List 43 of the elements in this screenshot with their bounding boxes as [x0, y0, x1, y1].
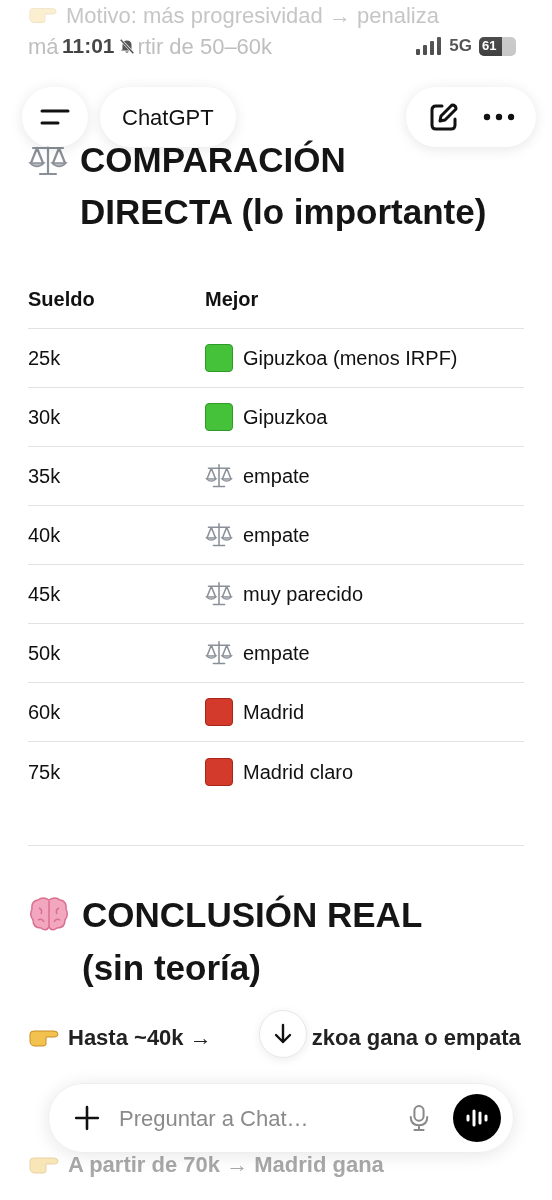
conclusion-point: Hasta ~40k →	[68, 1024, 212, 1052]
signal-icon	[416, 37, 443, 55]
microphone-icon	[408, 1104, 430, 1132]
table-cell-text: Madrid claro	[243, 759, 354, 785]
table-cell-text: empate	[243, 641, 310, 666]
title-button[interactable]: ChatGPT	[100, 87, 236, 147]
column-header: Mejor	[205, 287, 259, 312]
battery-icon: 61	[479, 36, 516, 56]
table-cell-text: Madrid	[243, 700, 305, 725]
table-cell-text: 50k	[28, 641, 62, 666]
table-cell-text: 60k	[28, 700, 62, 725]
section-heading: CONCLUSIÓN REAL (sin teoría)	[82, 894, 423, 989]
table-cell-text: Gipuzkoa	[243, 405, 328, 430]
more-icon	[482, 113, 515, 121]
message-input[interactable]: Preguntar a Chat…	[119, 1101, 385, 1135]
pointing-hand-icon	[28, 1154, 60, 1175]
table-cell-text: Gipuzkoa (menos IRPF)	[243, 346, 458, 371]
message-field[interactable]: Preguntar a Chat…	[48, 1083, 514, 1153]
faded-text: Motivo: más progresividad → penaliza	[66, 1, 439, 30]
scroll-down-button[interactable]	[259, 1010, 307, 1058]
table-cell-text: 40k	[28, 523, 62, 548]
brain-icon	[28, 896, 70, 932]
table-cell-text: empate	[243, 464, 310, 489]
muted-bell-icon	[117, 37, 136, 55]
table-cell-text: 30k	[28, 405, 62, 430]
column-header: Sueldo	[28, 287, 96, 312]
network-label: 5G	[449, 35, 472, 58]
faded-text: rtir de 50–60k	[137, 32, 274, 61]
table-cell-text: 35k	[28, 464, 62, 489]
status-time: 11:01	[62, 33, 115, 60]
faded-text: má	[28, 32, 60, 61]
table-cell-text: muy parecido	[243, 582, 364, 607]
conclusion-point: zkoa gana o empata	[311, 1024, 521, 1052]
voice-button[interactable]	[453, 1094, 501, 1142]
table-cell-text: 75k	[28, 759, 62, 785]
sound-wave-icon	[465, 1108, 489, 1128]
pointing-hand-icon	[28, 1027, 60, 1048]
table-cell-text: 45k	[28, 582, 62, 607]
table-cell-text: 25k	[28, 346, 62, 371]
menu-icon	[39, 107, 71, 127]
plus-icon	[74, 1105, 100, 1131]
table-cell-text: empate	[243, 523, 310, 548]
conclusion-point: A partir de 70k → Madrid gana	[68, 1151, 384, 1179]
